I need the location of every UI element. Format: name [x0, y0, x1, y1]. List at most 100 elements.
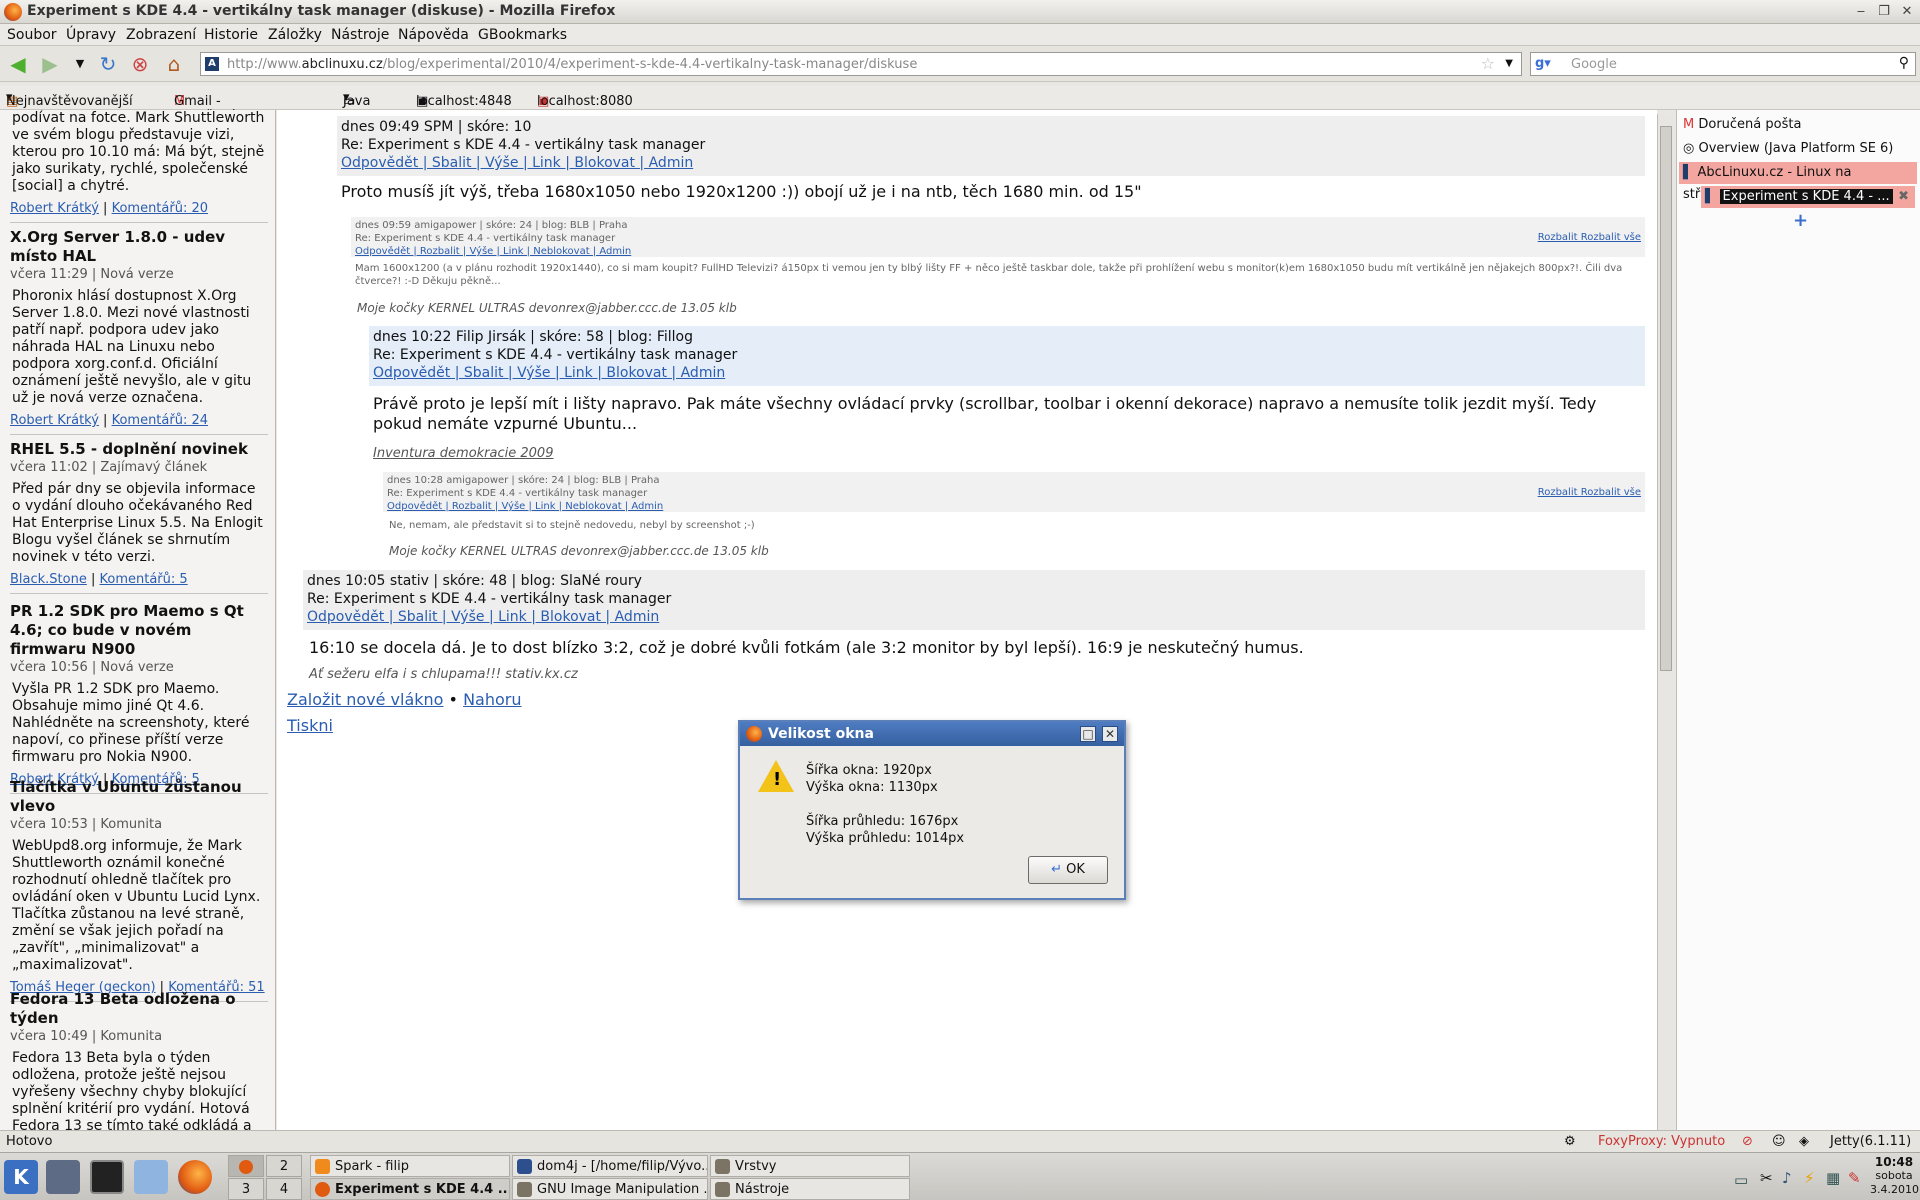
news-author-link[interactable]: Black.Stone [10, 572, 87, 587]
url-bar[interactable]: A http://www.abclinuxu.cz/blog/experimen… [200, 52, 1522, 76]
comment-signature[interactable]: Ať sežeru elfa i s chlupama!!! stativ.kx… [309, 667, 578, 682]
menu-zobrazeni[interactable]: Zobrazení [126, 27, 196, 43]
task-nastroje[interactable]: Nástroje [710, 1178, 910, 1200]
menu-gbookmarks[interactable]: GBookmarks [478, 27, 567, 43]
tab-experiment[interactable]: ▌ Experiment s KDE 4.4 - ... ✖ [1701, 186, 1915, 208]
foxyproxy-status[interactable]: FoxyProxy: Vypnuto [1598, 1134, 1725, 1149]
maximize-icon[interactable]: □ [1080, 726, 1096, 742]
comment-meta: dnes 10:22 Filip Jirsák | skóre: 58 | bl… [373, 329, 694, 345]
search-icon[interactable]: ⚲ [1899, 55, 1909, 71]
google-icon[interactable]: g▾ [1535, 56, 1557, 72]
expand-links[interactable]: Rozbalit Rozbalit vše [1538, 486, 1641, 499]
desktop-1[interactable] [228, 1155, 264, 1177]
comment-actions[interactable]: Odpovědět | Sbalit | Výše | Link | Bloko… [307, 608, 1641, 626]
comment-signature[interactable]: Moje kočky KERNEL ULTRAS devonrex@jabber… [389, 544, 769, 558]
desktop-2[interactable]: 2 [266, 1155, 302, 1177]
thread-links: Založit nové vlákno • Nahoru [287, 690, 522, 710]
task-gimp[interactable]: GNU Image Manipulation ... [512, 1178, 708, 1200]
forward-icon[interactable]: ▶ [38, 52, 62, 76]
news-comments-link[interactable]: Komentářů: 24 [112, 413, 208, 428]
comment-actions[interactable]: Odpovědět | Sbalit | Výše | Link | Bloko… [341, 154, 1641, 172]
task-firefox[interactable]: Experiment s KDE 4.4 ... [310, 1178, 510, 1200]
comment-actions[interactable]: Odpovědět | Rozbalit | Výše | Link | Neb… [355, 245, 1641, 258]
scrollbar-thumb[interactable] [1660, 126, 1672, 671]
update-tray-icon[interactable]: ✎ [1848, 1169, 1861, 1187]
addon-icon[interactable]: ◈ [1799, 1134, 1809, 1149]
desktop-4[interactable]: 4 [266, 1178, 302, 1200]
tab-java-overview[interactable]: ◎ Overview (Java Platform SE 6) [1683, 138, 1893, 160]
news-comments-link[interactable]: Komentářů: 20 [112, 201, 208, 216]
news-body: Fedora 13 Beta byla o týden odložena, pr… [12, 1050, 252, 1130]
tools-icon[interactable]: ⚙ [1564, 1134, 1576, 1149]
menu-napoveda[interactable]: Nápověda [398, 27, 469, 43]
comment-actions[interactable]: Odpovědět | Sbalit | Výše | Link | Bloko… [373, 364, 1641, 382]
news-meta: včera 11:29 | Nová verze [10, 267, 174, 282]
news-item: podívat na fotce. Mark Shuttleworth ve s… [10, 110, 268, 223]
vertical-scrollbar[interactable] [1657, 114, 1675, 1130]
comment-signature[interactable]: Moje kočky KERNEL ULTRAS devonrex@jabber… [357, 301, 737, 315]
collapsed-comment-header: dnes 09:59 amigapower | skóre: 24 | blog… [351, 217, 1645, 257]
news-comments-link[interactable]: Komentářů: 5 [100, 572, 188, 587]
firefox-icon [4, 3, 22, 21]
news-author-link[interactable]: Robert Krátký [10, 413, 99, 428]
close-icon[interactable]: ✕ [1898, 3, 1916, 21]
search-bar[interactable]: g▾ Google ⚲ [1530, 52, 1916, 76]
back-icon[interactable]: ◀ [6, 52, 30, 76]
close-tab-icon[interactable]: ✖ [1898, 186, 1909, 208]
comment-signature-link[interactable]: Inventura demokracie 2009 [373, 446, 553, 461]
monitor-tray-icon[interactable]: ▭ [1734, 1171, 1748, 1189]
bookmark-most-visited[interactable]: ▤ Nejnavštěvovanější ▾ [6, 90, 133, 109]
star-icon[interactable]: ☆ [1481, 54, 1495, 73]
clock[interactable]: 10:48 sobota 3.4.2010 [1870, 1155, 1919, 1197]
news-author-link[interactable]: Robert Krátký [10, 201, 99, 216]
stop-icon[interactable]: ⊗ [128, 52, 152, 76]
task-spark[interactable]: Spark - filip [310, 1155, 510, 1177]
window-titlebar[interactable]: Experiment s KDE 4.4 - vertikálny task m… [0, 0, 1920, 24]
news-title[interactable]: PR 1.2 SDK pro Maemo s Qt 4.6; co bude v… [10, 602, 268, 659]
menu-zalozky[interactable]: Záložky [268, 27, 322, 43]
menu-soubor[interactable]: Soubor [7, 27, 57, 43]
comment-actions[interactable]: Odpovědět | Rozbalit | Výše | Link | Neb… [387, 500, 1641, 513]
news-title[interactable]: RHEL 5.5 - doplnění novinek [10, 440, 268, 459]
window-selector-icon[interactable] [46, 1160, 80, 1194]
kde-menu-icon[interactable]: K [4, 1160, 38, 1194]
news-title[interactable]: X.Org Server 1.8.0 - udev místo HAL [10, 228, 268, 266]
reload-icon[interactable]: ↻ [96, 52, 120, 76]
menu-nastroje[interactable]: Nástroje [331, 27, 389, 43]
firefox-launcher-icon[interactable] [178, 1160, 212, 1194]
menu-historie[interactable]: Historie [204, 27, 258, 43]
top-link[interactable]: Nahoru [463, 690, 521, 709]
abclinuxu-icon: ▌ [1683, 165, 1698, 180]
greasemonkey-icon[interactable]: ☺ [1772, 1134, 1786, 1149]
block-icon[interactable]: ⊘ [1742, 1134, 1753, 1149]
comment-meta: dnes 10:28 amigapower | skóre: 24 | blog… [387, 475, 660, 486]
virtualbox-icon[interactable] [134, 1160, 168, 1194]
terminal-icon[interactable] [90, 1160, 124, 1194]
close-icon[interactable]: ✕ [1102, 726, 1118, 742]
new-thread-link[interactable]: Založit nové vlákno [287, 690, 443, 709]
power-tray-icon[interactable]: ⚡ [1804, 1169, 1815, 1187]
print-link[interactable]: Tiskni [287, 716, 333, 736]
task-dom4j[interactable]: dom4j - [/home/filip/Vývo... [512, 1155, 708, 1177]
minimize-icon[interactable]: ‒ [1852, 3, 1870, 21]
clipboard-tray-icon[interactable]: ✂ [1760, 1169, 1773, 1187]
news-title[interactable]: Tlačítka v Ubuntu zůstanou vlevo [10, 778, 268, 816]
network-tray-icon[interactable]: ▦ [1826, 1169, 1840, 1187]
url-dropdown-icon[interactable]: ▼ [1505, 58, 1513, 69]
news-title[interactable]: Fedora 13 Beta odložena o týden [10, 990, 268, 1028]
history-dropdown-icon[interactable]: ▼ [68, 52, 92, 76]
jetty-status[interactable]: Jetty(6.1.11) [1830, 1134, 1911, 1149]
maximize-icon[interactable]: ❐ [1875, 3, 1893, 21]
desktop-3[interactable]: 3 [228, 1178, 264, 1200]
home-icon[interactable]: ⌂ [162, 52, 186, 76]
task-vrstvy[interactable]: Vrstvy [710, 1155, 910, 1177]
ok-button[interactable]: ↵ OK [1028, 856, 1108, 884]
bookmark-java[interactable]: ▭ Java ▾ [343, 90, 370, 109]
dialog-titlebar[interactable]: Velikost okna □ ✕ [740, 722, 1124, 746]
volume-tray-icon[interactable]: ♪ [1782, 1169, 1792, 1187]
menu-upravy[interactable]: Úpravy [66, 27, 116, 43]
tab-abclinuxu[interactable]: ▌ AbcLinuxu.cz - Linux na stříbrné... [1679, 162, 1917, 202]
new-tab-button[interactable]: + [1793, 210, 1808, 232]
tab-gmail[interactable]: M Doručená pošta [1683, 114, 1801, 136]
expand-links[interactable]: Rozbalit Rozbalit vše [1538, 231, 1641, 244]
